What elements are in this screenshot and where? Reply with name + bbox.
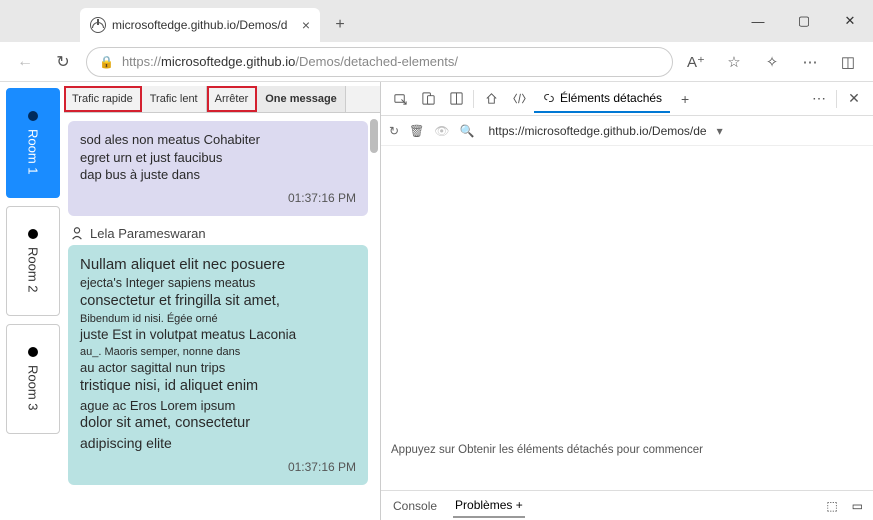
refresh-button[interactable]: ↻ — [48, 47, 78, 77]
status-dot-icon — [28, 229, 38, 239]
msg-line: ejecta's Integer sapiens meatus — [80, 275, 356, 292]
dock-icon[interactable] — [443, 86, 469, 112]
devtools-close-icon[interactable]: ✕ — [841, 86, 867, 112]
device-icon[interactable] — [415, 86, 441, 112]
close-window-button[interactable]: ✕ — [827, 5, 873, 37]
tab-label: Éléments détachés — [560, 91, 662, 105]
msg-line: Nullam aliquet elit nec posuere — [80, 255, 356, 275]
chat-main: Trafic rapide Trafic lent Arrêter One me… — [60, 82, 380, 520]
unlink-icon — [542, 91, 556, 105]
url-input[interactable]: 🔒 https://microsoftedge.github.io/Demos/… — [86, 47, 673, 77]
page-pane: Room 1 Room 2 Room 3 Trafic rapide Trafi… — [0, 82, 380, 520]
slow-traffic-button[interactable]: Trafic lent — [142, 86, 207, 112]
fast-traffic-button[interactable]: Trafic rapide — [64, 86, 142, 112]
tab-title: microsoftedge.github.io/Demos/d — [112, 18, 287, 32]
trash-icon[interactable]: 🗑 — [409, 124, 424, 138]
devtools-url: https://microsoftedge.github.io/Demos/de — [488, 124, 706, 138]
msg-line: ague ac Eros Lorem ipsum — [80, 397, 356, 415]
devtools-body: Appuyez sur Obtenir les éléments détaché… — [381, 146, 873, 490]
favorite-icon[interactable]: ☆ — [719, 47, 749, 77]
one-message-button[interactable]: One message — [257, 86, 346, 112]
url-path: /Demos/detached-elements/ — [295, 54, 458, 69]
msg-line: consectetur et fringilla sit amet, — [80, 292, 356, 312]
msg-line: Bibendum id nisi. Égée orné — [80, 312, 356, 327]
window-controls: — ▢ ✕ — [735, 0, 873, 42]
address-bar: ← → ↻ 🔒 https://microsoftedge.github.io/… — [0, 42, 873, 82]
scrollbar-thumb[interactable] — [370, 119, 378, 153]
problems-tab[interactable]: Problèmes + — [453, 494, 525, 518]
elements-icon[interactable] — [506, 86, 532, 112]
url-protocol: https:// — [122, 54, 161, 69]
browser-titlebar: microsoftedge.github.io/Demos/d × + — ▢ … — [0, 0, 873, 42]
drawer-icon-2[interactable]: ▭ — [852, 499, 863, 513]
msg-line: dap bus à juste dans — [80, 166, 356, 184]
settings-more-icon[interactable]: ⋯ — [795, 47, 825, 77]
globe-icon — [90, 17, 106, 33]
msg-line: juste Est in volutpat meatus Laconia — [80, 326, 356, 344]
message-2: Nullam aliquet elit nec posuere ejecta's… — [68, 245, 368, 485]
devtools-hint: Appuyez sur Obtenir les éléments détaché… — [391, 444, 703, 456]
room-1[interactable]: Room 1 — [6, 88, 60, 198]
separator — [836, 90, 837, 108]
minimize-button[interactable]: — — [735, 5, 781, 37]
new-devtools-tab[interactable]: + — [672, 86, 698, 112]
console-tab[interactable]: Console — [391, 495, 439, 517]
msg-line: adipiscing elite — [80, 434, 356, 453]
msg-line: au actor sagittal nun trips — [80, 359, 356, 377]
rooms-sidebar: Room 1 Room 2 Room 3 — [0, 82, 60, 520]
back-button[interactable]: ← — [10, 47, 40, 77]
msg-line: egret urn et just faucibus — [80, 149, 356, 167]
extensions-icon[interactable]: ✧ — [757, 47, 787, 77]
devtools-more-icon[interactable]: ⋯ — [806, 86, 832, 112]
devtools-tabbar: Éléments détachés + ⋯ ✕ — [381, 82, 873, 116]
tab-close-button[interactable]: × — [302, 17, 310, 33]
messages-scroll[interactable]: sod ales non meatus Cohabiter egret urn … — [64, 113, 380, 516]
msg-line: tristique nisi, id aliquet enim — [80, 377, 356, 397]
status-dot-icon — [28, 111, 38, 121]
eye-icon[interactable]: 👁 — [434, 124, 449, 138]
room-2[interactable]: Room 2 — [6, 206, 60, 316]
separator — [473, 90, 474, 108]
inspect-icon[interactable] — [387, 86, 413, 112]
browser-tab[interactable]: microsoftedge.github.io/Demos/d × — [80, 8, 320, 42]
timestamp: 01:37:16 PM — [80, 459, 356, 475]
welcome-icon[interactable] — [478, 86, 504, 112]
room-3[interactable]: Room 3 — [6, 324, 60, 434]
search-icon[interactable]: 🔍 — [460, 124, 475, 138]
room-label: Room 1 — [26, 129, 41, 175]
room-label: Room 2 — [26, 247, 41, 293]
reload-icon[interactable]: ↻ — [389, 124, 399, 138]
url-host: microsoftedge.github.io — [161, 54, 295, 69]
msg-line: dolor sit amet, consectetur — [80, 414, 356, 434]
stop-button[interactable]: Arrêter — [207, 86, 258, 112]
maximize-button[interactable]: ▢ — [781, 5, 827, 37]
room-label: Room 3 — [26, 365, 41, 411]
sidebar-icon[interactable]: ◫ — [833, 47, 863, 77]
content-area: Room 1 Room 2 Room 3 Trafic rapide Trafi… — [0, 82, 873, 520]
devtools-drawer: Console Problèmes + ⬚ ▭ — [381, 490, 873, 520]
avatar-icon — [70, 226, 84, 240]
msg-line: sod ales non meatus Cohabiter — [80, 131, 356, 149]
lock-icon: 🔒 — [99, 55, 114, 69]
detached-elements-tab[interactable]: Éléments détachés — [534, 85, 670, 113]
timestamp: 01:37:16 PM — [80, 190, 356, 206]
devtools-subbar: ↻ 🗑 👁 🔍 https://microsoftedge.github.io/… — [381, 116, 873, 146]
drawer-icon-1[interactable]: ⬚ — [826, 499, 837, 513]
devtools-panel: Éléments détachés + ⋯ ✕ ↻ 🗑 👁 🔍 https://… — [380, 82, 873, 520]
read-aloud-icon[interactable]: A⁺ — [681, 47, 711, 77]
message-1: sod ales non meatus Cohabiter egret urn … — [68, 121, 368, 216]
new-tab-button[interactable]: + — [326, 11, 354, 39]
status-dot-icon — [28, 347, 38, 357]
dropdown-icon[interactable]: ▾ — [717, 124, 723, 138]
msg-line: au_. Maoris semper, nonne dans — [80, 345, 356, 360]
author-name: Lela Parameswaran — [90, 226, 206, 241]
traffic-toolbar: Trafic rapide Trafic lent Arrêter One me… — [64, 86, 380, 113]
message-author: Lela Parameswaran — [70, 226, 376, 241]
